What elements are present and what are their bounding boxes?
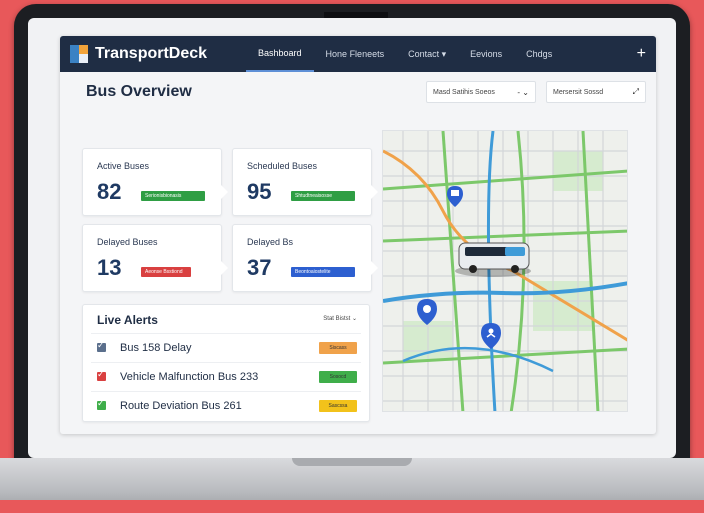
alert-text: Bus 158 Delay xyxy=(120,341,192,354)
alert-row[interactable]: Bus 158 Delay Siscass xyxy=(91,333,361,361)
nav-item-dashboard[interactable]: Bashboard xyxy=(246,36,314,72)
background-strip xyxy=(0,500,704,513)
card-pointer xyxy=(371,185,378,199)
add-button[interactable]: + xyxy=(637,45,646,63)
stat-bar: Shtudtneaisosse xyxy=(291,191,355,201)
alert-row[interactable]: Vehicle Malfunction Bus 233 Sosocd xyxy=(91,362,361,390)
page-header: Bus Overview Masd Satihis Soeos - ⌄ Mers… xyxy=(60,72,656,112)
nav-item-contact[interactable]: Contact ▾ xyxy=(396,36,458,72)
stat-card-active-buses[interactable]: Active Buses 82 Serionisbionasis xyxy=(82,148,228,216)
filter-dropdown-2[interactable]: Mersersit Sossd ⤢ xyxy=(546,81,646,103)
nav-item-eevions[interactable]: Eevions xyxy=(458,36,514,72)
stat-bar: Aeonse Bsstiond xyxy=(141,267,191,277)
stat-bar-label: Beontoaiostelite xyxy=(295,269,331,275)
alert-badge: Sosocd xyxy=(319,370,357,383)
chevron-down-icon: - ⌄ xyxy=(517,87,529,97)
stat-card-delayed-bs[interactable]: Delayed Bs 37 Beontoaiostelite xyxy=(232,224,378,292)
live-map[interactable] xyxy=(382,130,628,412)
app-name: TransportDeck xyxy=(95,45,208,62)
stat-label: Active Buses xyxy=(97,161,150,171)
alert-text: Route Deviation Bus 261 xyxy=(120,399,242,412)
top-navbar: TransportDeck Bashboard Hone Fleneets Co… xyxy=(60,36,656,72)
checkbox-icon[interactable] xyxy=(97,398,106,410)
filter-dropdown-1-label: Masd Satihis Soeos xyxy=(433,88,495,96)
alerts-filter-dropdown[interactable]: Stat Bistst ⌄ xyxy=(323,315,357,322)
stat-bar-label: Aeonse Bsstiond xyxy=(145,269,183,275)
card-pointer xyxy=(221,185,228,199)
card-pointer xyxy=(221,261,228,275)
app-logo-icon xyxy=(70,45,88,63)
live-alerts-title: Live Alerts xyxy=(97,313,158,327)
stat-value: 82 xyxy=(97,179,122,204)
filter-dropdown-1[interactable]: Masd Satihis Soeos - ⌄ xyxy=(426,81,536,103)
stat-label: Delayed Bs xyxy=(247,237,294,247)
checkbox-icon[interactable] xyxy=(97,340,106,352)
stat-value: 95 xyxy=(247,179,272,204)
checkbox-icon[interactable] xyxy=(97,369,106,381)
card-pointer xyxy=(371,261,378,275)
stat-label: Delayed Buses xyxy=(97,237,158,247)
laptop-screen: TransportDeck Bashboard Hone Fleneets Co… xyxy=(28,18,676,458)
stat-bar: Serionisbionasis xyxy=(141,191,205,201)
stat-bar-label: Serionisbionasis xyxy=(145,193,182,199)
stat-value: 13 xyxy=(97,255,122,280)
stat-bar: Beontoaiostelite xyxy=(291,267,355,277)
alert-row[interactable]: Route Deviation Bus 261 Sascssa xyxy=(91,391,361,419)
map-canvas xyxy=(383,131,627,411)
nav-item-chdgs[interactable]: Chdgs xyxy=(514,36,564,72)
app-window: TransportDeck Bashboard Hone Fleneets Co… xyxy=(60,36,656,434)
bus-marker-icon[interactable] xyxy=(455,242,531,277)
brand[interactable]: TransportDeck xyxy=(70,45,246,63)
live-alerts-panel: Live Alerts Stat Bistst ⌄ Bus 158 Delay … xyxy=(82,304,370,422)
laptop-hinge-notch xyxy=(292,458,412,466)
alert-badge: Sascssa xyxy=(319,399,357,412)
stat-card-scheduled-buses[interactable]: Scheduled Buses 95 Shtudtneaisosse xyxy=(232,148,378,216)
alert-text: Vehicle Malfunction Bus 233 xyxy=(120,370,259,383)
stat-card-delayed-buses[interactable]: Delayed Buses 13 Aeonse Bsstiond xyxy=(82,224,228,292)
stat-bar-label: Shtudtneaisosse xyxy=(295,193,332,199)
nav-item-fleets[interactable]: Hone Fleneets xyxy=(314,36,397,72)
nav-menu: Bashboard Hone Fleneets Contact ▾ Eevion… xyxy=(246,36,629,72)
page-title: Bus Overview xyxy=(86,83,192,100)
filter-dropdown-2-label: Mersersit Sossd xyxy=(553,88,604,96)
expand-icon: ⤢ xyxy=(632,87,639,96)
stat-label: Scheduled Buses xyxy=(247,161,318,171)
stat-value: 37 xyxy=(247,255,272,280)
alert-badge: Siscass xyxy=(319,341,357,354)
